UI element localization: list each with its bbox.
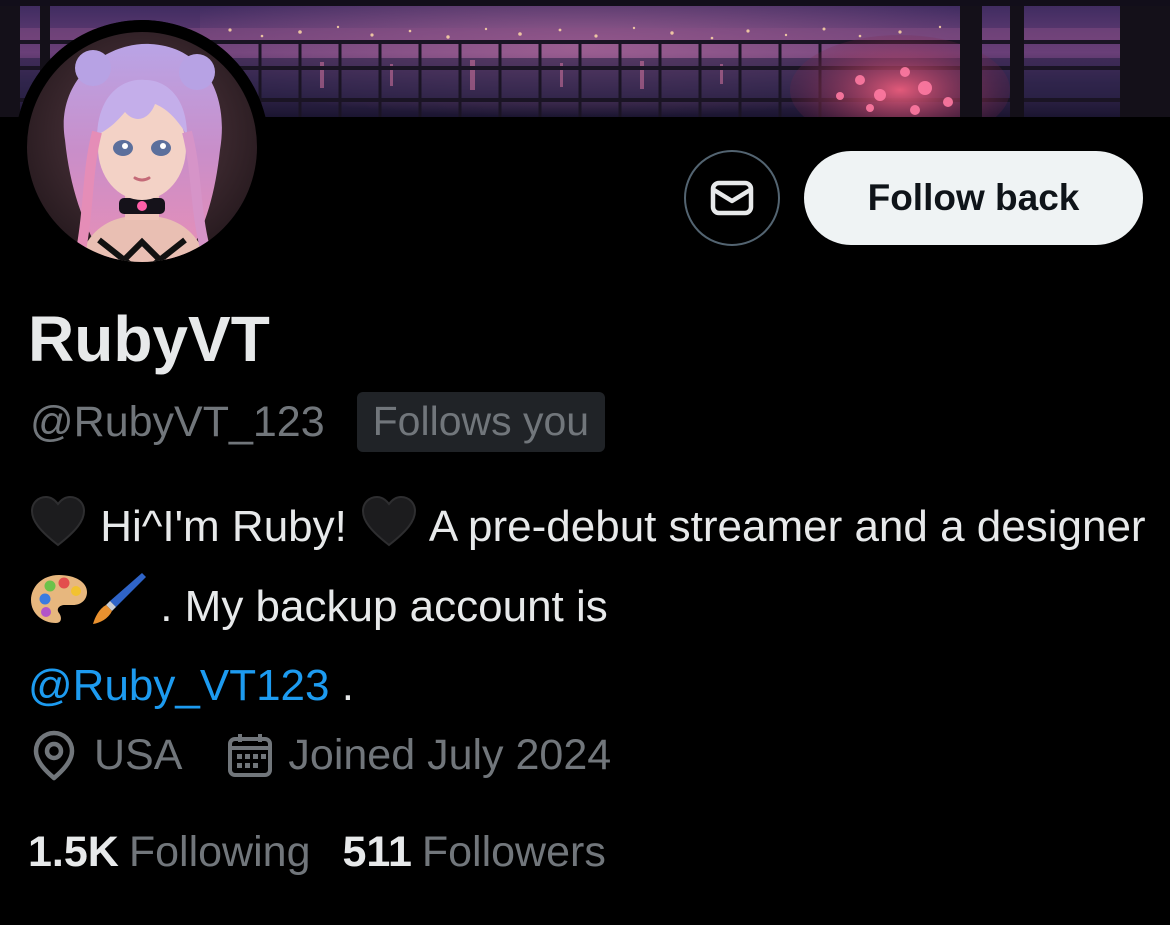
follow-stats: 1.5K Following 511 Followers [28, 820, 606, 884]
bio-text-description: A pre-debut streamer and a designer [428, 502, 1146, 551]
location-item: USA [30, 729, 182, 781]
message-button[interactable] [684, 150, 780, 246]
bio-text-backup: . My backup account is [160, 582, 608, 631]
follow-back-button[interactable]: Follow back [804, 151, 1143, 245]
backup-account-mention-link[interactable]: @Ruby_VT123 [28, 661, 330, 710]
location-text: USA [94, 730, 183, 779]
handle-row: @RubyVT_123 Follows you [30, 390, 606, 454]
avatar[interactable] [15, 20, 269, 274]
joined-date-item: Joined July 2024 [226, 731, 611, 780]
bio-text-end: . [341, 661, 354, 710]
follows-you-badge: Follows you [356, 392, 606, 452]
followers-link[interactable]: 511 Followers [342, 828, 605, 877]
location-pin-icon [30, 729, 78, 781]
envelope-icon [710, 180, 754, 216]
calendar-icon [226, 731, 274, 779]
followers-label: Followers [421, 827, 606, 876]
joined-date-text: Joined July 2024 [288, 730, 612, 779]
user-handle: @RubyVT_123 [30, 397, 325, 446]
profile-bio: Hi^I'm Ruby! A pre-debut streamer and a … [28, 490, 1148, 722]
bio-text-intro: Hi^I'm Ruby! [100, 502, 347, 551]
following-label: Following [128, 827, 311, 876]
following-link[interactable]: 1.5K Following [28, 828, 310, 877]
followers-count: 511 [342, 827, 412, 876]
artist-palette-emoji [28, 571, 90, 649]
black-heart-emoji [28, 495, 88, 569]
following-count: 1.5K [28, 827, 119, 876]
black-heart-emoji [359, 495, 419, 569]
paintbrush-emoji [90, 569, 148, 649]
profile-meta: USA Joined July 2024 [30, 722, 611, 788]
display-name: RubyVT [28, 303, 270, 375]
